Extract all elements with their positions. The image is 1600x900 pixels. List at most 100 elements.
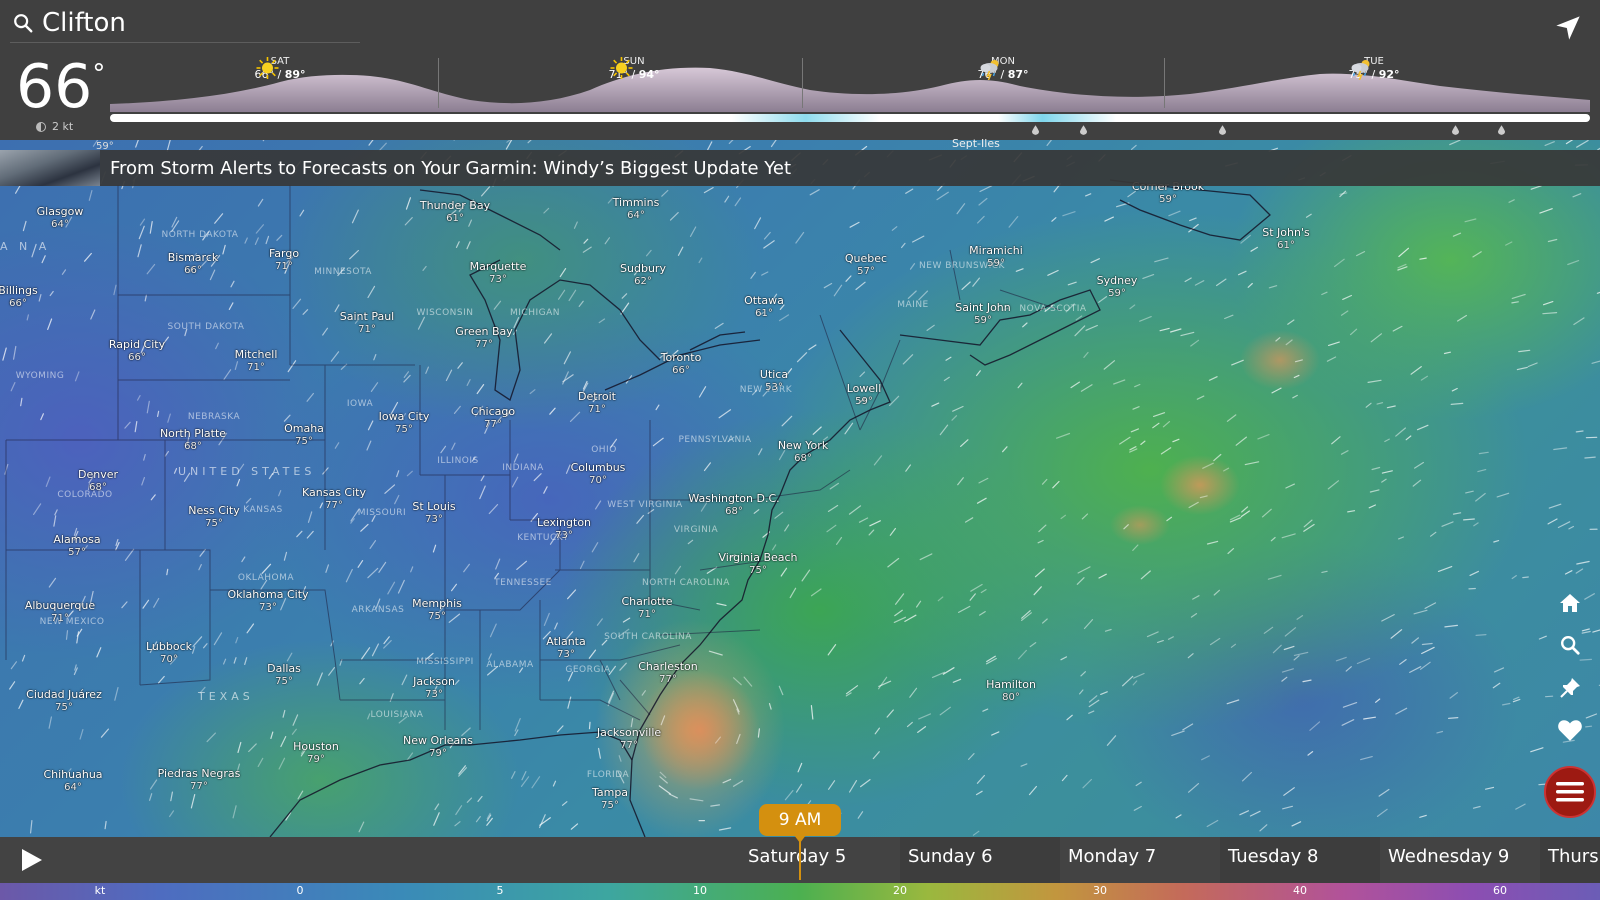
time-cursor[interactable]: [799, 840, 801, 880]
timeline-day[interactable]: Sunday 6: [900, 837, 1060, 883]
city-label[interactable]: St John's 61°: [1262, 226, 1309, 252]
city-label[interactable]: Jackson 73°: [413, 675, 455, 701]
city-name: Billings: [0, 284, 38, 297]
news-headline[interactable]: From Storm Alerts to Forecasts on Your G…: [110, 158, 791, 179]
city-temperature: 57°: [857, 266, 875, 277]
city-label[interactable]: Timmins 64°: [613, 196, 660, 222]
city-label[interactable]: Mitchell 71°: [235, 348, 278, 374]
city-label[interactable]: Fargo 71°: [269, 247, 299, 273]
city-label[interactable]: Alamosa 57°: [53, 533, 100, 559]
city-label[interactable]: Memphis 75°: [412, 597, 462, 623]
region-label: NEBRASKA: [187, 412, 241, 422]
city-label[interactable]: Billings 66°: [0, 284, 38, 310]
forecast-day[interactable]: SAT 66° / 89°: [254, 56, 305, 82]
city-label[interactable]: Virginia Beach 75°: [718, 551, 797, 577]
daily-forecast-strip[interactable]: SAT 66° / 89° SUN 71° / 94° MON 76° / 87° TUE 7…: [110, 56, 1590, 116]
city-label[interactable]: Tampa 75°: [592, 786, 628, 812]
city-temperature: 75°: [749, 565, 767, 576]
city-label[interactable]: Columbus 70°: [571, 461, 626, 487]
city-temperature: 61°: [1277, 240, 1295, 251]
forecast-day[interactable]: TUE 75° / 92°: [1348, 56, 1399, 82]
city-name: Sudbury: [620, 262, 666, 275]
city-name: Hamilton: [986, 678, 1036, 691]
city-name: Denver: [77, 468, 119, 481]
city-label[interactable]: Detroit 71°: [578, 390, 616, 416]
timeline-day[interactable]: Monday 7: [1060, 837, 1220, 883]
search-bar[interactable]: Clifton: [10, 4, 360, 43]
forecast-day[interactable]: MON 76° / 87°: [977, 56, 1028, 82]
region-label: GEORGIA: [565, 665, 611, 675]
city-label[interactable]: Piedras Negras 77°: [158, 767, 241, 793]
city-name: Saint Paul: [339, 310, 395, 323]
news-banner[interactable]: From Storm Alerts to Forecasts on Your G…: [0, 150, 1600, 186]
city-label[interactable]: Charleston 77°: [638, 660, 698, 686]
city-label[interactable]: Glasgow 64°: [37, 205, 84, 231]
city-label[interactable]: Utica 53°: [760, 368, 788, 394]
timeline-day[interactable]: Tuesday 8: [1220, 837, 1380, 883]
city-label[interactable]: Saint Paul 71°: [340, 310, 394, 336]
location-name[interactable]: Clifton: [42, 8, 126, 38]
timeline-day[interactable]: Saturday 5: [740, 837, 900, 883]
forecast-timeline-bar[interactable]: [110, 114, 1590, 122]
pin-button[interactable]: [1556, 674, 1584, 702]
city-label[interactable]: Marquette 73°: [470, 260, 527, 286]
search-icon: [1561, 636, 1580, 655]
play-icon[interactable]: [16, 845, 46, 875]
city-label[interactable]: Lubbock 70°: [146, 640, 192, 666]
city-temperature: 66°: [128, 352, 146, 363]
city-temperature: 57°: [68, 547, 86, 558]
city-label[interactable]: Albuquerque 71°: [25, 599, 95, 625]
search-icon[interactable]: [12, 12, 34, 34]
city-label[interactable]: Ness City 75°: [188, 504, 240, 530]
city-name: Jacksonville: [596, 726, 662, 739]
city-temperature: 71°: [247, 362, 265, 373]
city-label[interactable]: Houston 79°: [293, 740, 339, 766]
city-label[interactable]: Green Bay 77°: [455, 325, 513, 351]
city-temperature: 70°: [160, 654, 178, 665]
current-time-handle[interactable]: 9 AM: [759, 804, 841, 836]
wind-speed-legend: kt 0 5 10 20 30 40 60: [0, 883, 1600, 900]
city-label[interactable]: Dallas 75°: [267, 662, 301, 688]
city-label[interactable]: Toronto 66°: [661, 351, 702, 377]
wind-map[interactable]: A N A UNITED STATES TEXAS NORTH DAKOTA MI…: [0, 140, 1600, 837]
favorites-button[interactable]: [1556, 716, 1584, 744]
city-label[interactable]: Denver 68°: [78, 468, 118, 494]
city-label[interactable]: Hamilton 80°: [986, 678, 1036, 704]
city-label[interactable]: Lowell 59°: [847, 382, 882, 408]
city-label[interactable]: Chihuahua 64°: [43, 768, 102, 794]
city-label[interactable]: Oklahoma City 73°: [227, 588, 308, 614]
city-label[interactable]: Sudbury 62°: [620, 262, 666, 288]
city-label[interactable]: Sydney 59°: [1097, 274, 1138, 300]
city-label[interactable]: Quebec 57°: [845, 252, 887, 278]
city-label[interactable]: Jacksonville 77°: [597, 726, 661, 752]
city-label[interactable]: St Louis 73°: [412, 500, 455, 526]
location-arrow-icon[interactable]: [1554, 14, 1582, 42]
city-label[interactable]: Ciudad Juárez 75°: [26, 688, 102, 714]
city-label[interactable]: Ottawa 61°: [744, 294, 784, 320]
home-button[interactable]: [1556, 589, 1584, 617]
timeline-day[interactable]: Wednesday 9: [1380, 837, 1540, 883]
legend-tick: 20: [893, 884, 907, 897]
city-label[interactable]: Thunder Bay 61°: [420, 199, 490, 225]
main-menu-button[interactable]: [1544, 766, 1596, 818]
city-label[interactable]: Kansas City 77°: [302, 486, 366, 512]
city-label[interactable]: Miramichi 59°: [969, 244, 1023, 270]
city-label[interactable]: New York 68°: [778, 439, 828, 465]
legend-unit: kt: [94, 884, 106, 897]
city-label[interactable]: Omaha 75°: [284, 422, 324, 448]
city-label[interactable]: Chicago 77°: [471, 405, 515, 431]
city-label[interactable]: North Platte 68°: [160, 427, 226, 453]
timeline-day[interactable]: Thurs: [1540, 837, 1600, 883]
city-label[interactable]: Lexington 73°: [537, 516, 591, 542]
city-label[interactable]: Atlanta 73°: [546, 635, 585, 661]
city-label[interactable]: Charlotte 71°: [621, 595, 672, 621]
city-label[interactable]: Rapid City 66°: [109, 338, 165, 364]
map-search-button[interactable]: [1556, 631, 1584, 659]
city-label[interactable]: Bismarck 66°: [168, 251, 219, 277]
city-label[interactable]: Saint John 59°: [955, 301, 1010, 327]
current-wind-value: 2 kt: [52, 120, 74, 133]
forecast-day[interactable]: SUN 71° / 94°: [608, 56, 659, 82]
city-label[interactable]: Iowa City 75°: [379, 410, 430, 436]
city-label[interactable]: New Orleans 79°: [403, 734, 473, 760]
city-label[interactable]: Washington D.C. 68°: [688, 492, 779, 518]
